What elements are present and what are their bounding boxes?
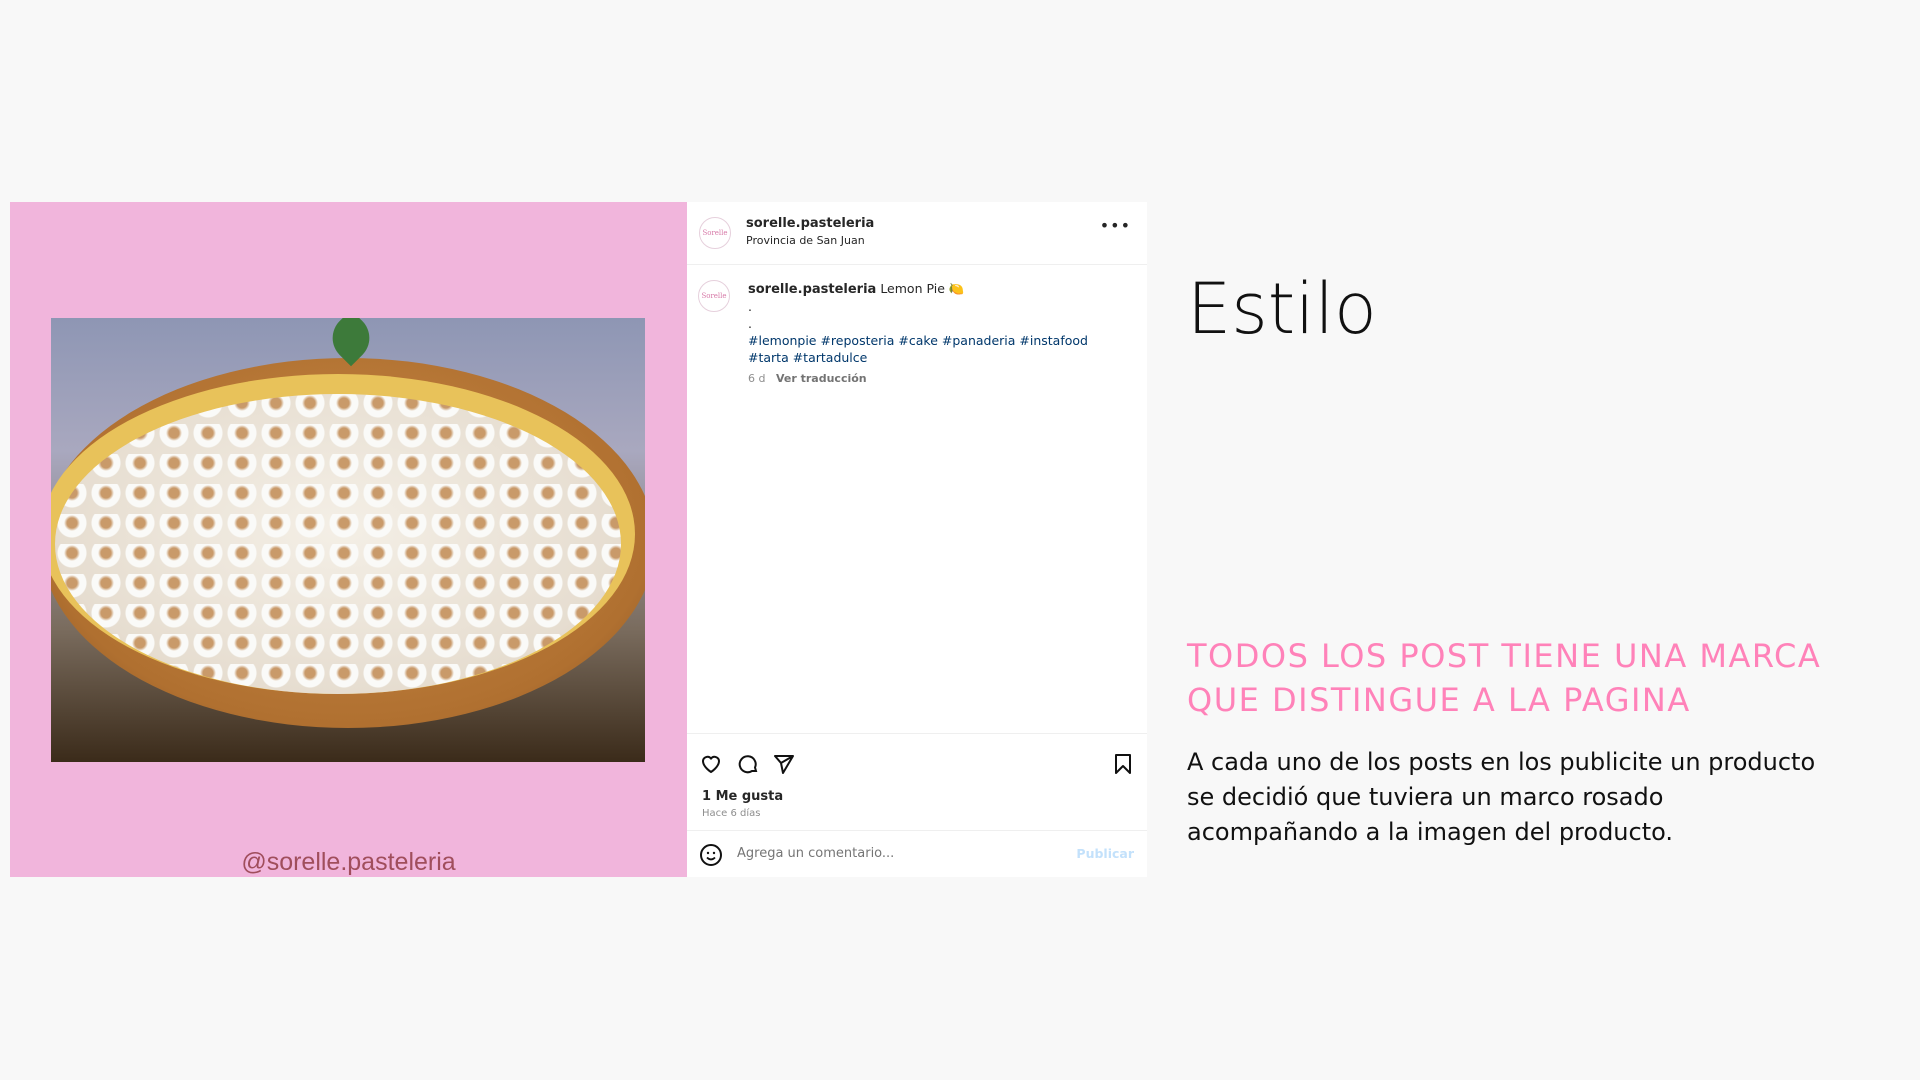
caption-age: 6 d [748,372,766,385]
caption-avatar[interactable]: Sorelle [698,280,730,312]
post-date: Hace 6 días [702,808,761,819]
caption-dot: . [748,299,752,314]
more-options-icon[interactable]: ••• [1100,216,1131,235]
emoji-icon[interactable] [699,843,723,867]
watermark: @sorelle.pasteleria [241,848,456,876]
avatar-logo: Sorelle [702,229,728,237]
publish-button[interactable]: Publicar [1076,846,1134,861]
share-icon[interactable] [772,752,796,776]
caption-dot: . [748,316,752,331]
comment-input[interactable] [737,846,1037,861]
post-username[interactable]: sorelle.pasteleria [746,216,874,231]
comment-icon[interactable] [736,752,760,776]
slide-body: A cada uno de los posts en los publicite… [1187,748,1816,846]
pie-crust [51,358,645,728]
pie-filling [51,374,635,694]
translate-link[interactable]: Ver traducción [776,372,867,385]
post-location[interactable]: Provincia de San Juan [746,234,874,247]
instagram-post-panel: Sorelle sorelle.pasteleria Provincia de … [687,202,1147,877]
avatar[interactable]: Sorelle [699,217,731,249]
caption-username[interactable]: sorelle.pasteleria [748,282,876,297]
bookmark-icon[interactable] [1111,752,1135,776]
post-actions: 1 Me gusta Hace 6 días [687,733,1147,833]
caption-hashtags[interactable]: #lemonpie #reposteria #cake #panaderia #… [748,332,1128,366]
post-header: Sorelle sorelle.pasteleria Provincia de … [687,202,1147,265]
lemon-emoji: 🍋 [948,281,965,296]
comment-bar: Publicar [687,830,1147,877]
slide-title: Estilo [1187,268,1377,350]
pie-meringue [55,394,621,694]
avatar-logo: Sorelle [701,292,727,300]
lemon-pie-photo [51,318,645,762]
caption-text: Lemon Pie [880,281,945,296]
slide-heading: TODOS LOS POST TIENE UNA MARCA QUE DISTI… [1187,637,1822,719]
post-caption: sorelle.pasteleria Lemon Pie 🍋 . . #lemo… [748,280,1128,387]
heart-icon[interactable] [699,752,723,776]
likes-count[interactable]: 1 Me gusta [702,789,783,804]
post-image-frame: @sorelle.pasteleria [10,202,687,877]
